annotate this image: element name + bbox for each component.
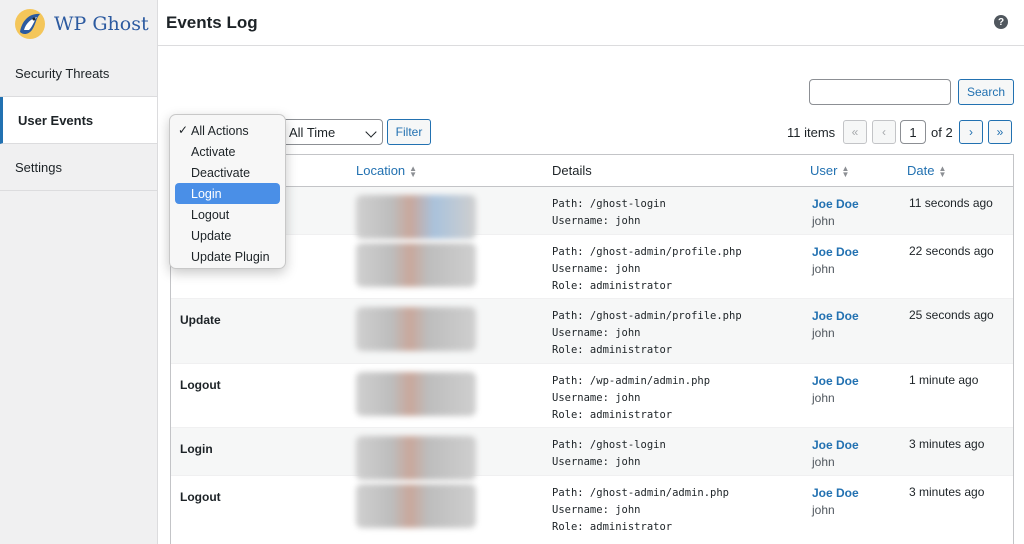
user-link[interactable]: Joe Doe — [812, 485, 859, 502]
user-link[interactable]: Joe Doe — [812, 373, 859, 390]
help-icon[interactable]: ? — [994, 15, 1008, 29]
action-select-dropdown: ✓ All Actions Activate Deactivate Login L… — [169, 114, 286, 269]
event-details: Path: /ghost-login Username: john — [552, 198, 666, 227]
event-user: Joe Doe john — [812, 244, 859, 278]
event-user: Joe Doe john — [812, 437, 859, 471]
event-date: 22 seconds ago — [909, 244, 994, 258]
events-table: Location ▲ ▼ Details User ▲ ▼ Date ▲ ▼ Path: /… — [170, 154, 1014, 544]
event-action: Update — [180, 313, 221, 327]
prev-page-button[interactable]: ‹ — [872, 120, 896, 144]
event-date: 3 minutes ago — [909, 485, 985, 499]
brand-name: WP Ghost — [54, 13, 149, 35]
user-link[interactable]: Joe Doe — [812, 437, 859, 454]
first-page-button[interactable]: « — [843, 120, 867, 144]
user-login: john — [812, 391, 835, 405]
filter-row: All Time Filter 11 items « ‹ 1 of 2 › » — [158, 119, 1024, 145]
column-header-user[interactable]: User ▲ ▼ — [810, 163, 849, 178]
last-page-button[interactable]: » — [988, 120, 1012, 144]
checkmark-icon: ✓ — [178, 123, 189, 137]
user-login: john — [812, 455, 835, 469]
option-logout[interactable]: Logout — [175, 204, 280, 225]
user-login: john — [812, 326, 835, 340]
table-header: Location ▲ ▼ Details User ▲ ▼ Date ▲ ▼ — [171, 155, 1013, 187]
search-button[interactable]: Search — [958, 79, 1014, 105]
event-user: Joe Doe john — [812, 196, 859, 230]
user-login: john — [812, 503, 835, 517]
table-row: Login Path: /ghost-login Username: john J… — [171, 428, 1013, 480]
location-map-blurred — [356, 243, 476, 287]
event-date: 3 minutes ago — [909, 437, 985, 451]
chevron-down-icon — [365, 126, 377, 138]
sidebar: WP Ghost Security Threats User Events Se… — [0, 0, 158, 544]
sidebar-item-settings[interactable]: Settings — [0, 144, 157, 191]
event-user: Joe Doe john — [812, 373, 859, 407]
table-row: Logout Path: /ghost-admin/admin.php Usern… — [171, 476, 1013, 544]
event-details: Path: /ghost-login Username: john — [552, 439, 666, 468]
location-map-blurred — [356, 307, 476, 351]
table-row: Path: /ghost-login Username: john Joe Doe… — [171, 187, 1013, 239]
option-deactivate[interactable]: Deactivate — [175, 162, 280, 183]
time-select-value: All Time — [289, 124, 336, 140]
location-map-blurred — [356, 195, 476, 239]
sort-icon: ▲ ▼ — [841, 163, 850, 179]
sidebar-item-user-events[interactable]: User Events — [0, 97, 157, 144]
event-date: 1 minute ago — [909, 373, 979, 387]
filter-button[interactable]: Filter — [387, 119, 431, 145]
current-page-input[interactable]: 1 — [900, 120, 926, 144]
table-row: Logout Path: /wp-admin/admin.php Username… — [171, 364, 1013, 428]
time-select[interactable]: All Time — [281, 119, 383, 145]
event-user: Joe Doe john — [812, 485, 859, 519]
column-header-details: Details — [552, 163, 592, 178]
event-action: Login — [180, 442, 213, 456]
event-details: Path: /ghost-admin/admin.php Username: jo… — [552, 487, 730, 533]
option-update-plugin[interactable]: Update Plugin — [175, 246, 280, 267]
table-row: Update Path: /ghost-admin/profile.php Use… — [171, 299, 1013, 364]
user-link[interactable]: Joe Doe — [812, 244, 859, 261]
table-row: Path: /ghost-admin/profile.php Username: … — [171, 235, 1013, 299]
event-action: Logout — [180, 490, 221, 504]
page-total: of 2 — [931, 125, 953, 140]
event-action: Logout — [180, 378, 221, 392]
column-header-date[interactable]: Date ▲ ▼ — [907, 163, 946, 178]
event-details: Path: /wp-admin/admin.php Username: john R… — [552, 375, 711, 421]
option-update[interactable]: Update — [175, 225, 280, 246]
event-details: Path: /ghost-admin/profile.php Username: … — [552, 246, 742, 292]
sidebar-nav: Security Threats User Events Settings — [0, 50, 157, 191]
items-count: 11 items — [787, 125, 836, 140]
next-page-button[interactable]: › — [959, 120, 983, 144]
event-details: Path: /ghost-admin/profile.php Username: … — [552, 310, 742, 356]
brand-logo[interactable]: WP Ghost — [0, 0, 157, 48]
event-date: 11 seconds ago — [909, 196, 993, 210]
user-login: john — [812, 214, 835, 228]
location-map-blurred — [356, 436, 476, 480]
location-map-blurred — [356, 372, 476, 416]
sidebar-item-security-threats[interactable]: Security Threats — [0, 50, 157, 97]
event-user: Joe Doe john — [812, 308, 859, 342]
search-input[interactable] — [809, 79, 951, 105]
sort-icon: ▲ ▼ — [938, 163, 947, 179]
user-login: john — [812, 262, 835, 276]
user-link[interactable]: Joe Doe — [812, 196, 859, 213]
location-map-blurred — [356, 484, 476, 528]
option-all-actions[interactable]: ✓ All Actions — [175, 120, 280, 141]
main-content: Events Log ? Search All Time Filter 11 i… — [158, 0, 1024, 544]
ghost-bird-logo-icon — [15, 9, 45, 39]
sort-icon: ▲ ▼ — [409, 163, 418, 179]
page-title: Events Log — [166, 12, 258, 32]
column-header-location[interactable]: Location ▲ ▼ — [356, 163, 417, 178]
option-activate[interactable]: Activate — [175, 141, 280, 162]
event-date: 25 seconds ago — [909, 308, 994, 322]
option-login[interactable]: Login — [175, 183, 280, 204]
page-header: Events Log — [158, 0, 1024, 46]
user-link[interactable]: Joe Doe — [812, 308, 859, 325]
